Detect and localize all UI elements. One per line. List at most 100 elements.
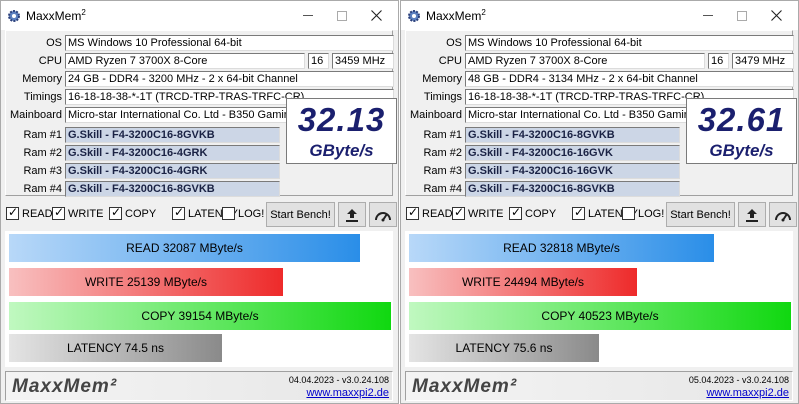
start-bench-button[interactable]: Start Bench! <box>266 202 335 227</box>
checkbox-label: LOG! <box>238 207 265 220</box>
gauge-button[interactable] <box>769 202 797 227</box>
os-field: MS Windows 10 Professional 64-bit <box>465 35 794 51</box>
ram4-label: Ram #4 <box>423 183 462 195</box>
ram2-field: G.Skill - F4-3200C16-16GVK <box>465 145 680 161</box>
checkbox-copy[interactable]: COPY <box>509 205 557 220</box>
window-title-sup: 2 <box>81 8 86 17</box>
checkbox-box[interactable] <box>406 205 419 220</box>
os-label: OS <box>46 37 62 49</box>
window-title-text: MaxxMem <box>426 9 482 23</box>
score-panel: 32.13 GByte/s <box>286 98 397 164</box>
ram3-field: G.Skill - F4-3200C16-16GVK <box>465 163 680 179</box>
checkbox-box[interactable] <box>52 205 65 220</box>
close-button[interactable] <box>760 1 792 30</box>
checkbox-box[interactable] <box>6 205 19 220</box>
maxxmem-window-2: MaxxMem2 OS MS Windows 10 Professional 64-… <box>400 0 799 404</box>
cpu-mhz-field: 3459 MHz <box>332 53 394 69</box>
os-field: MS Windows 10 Professional 64-bit <box>65 35 394 51</box>
write-result-bar: WRITE 25139 MByte/s <box>8 267 284 297</box>
ram1-field: G.Skill - F4-3200C16-8GVKB <box>65 127 280 143</box>
minimize-icon <box>303 15 313 16</box>
copy-result-bar: COPY 40523 MByte/s <box>408 301 792 331</box>
system-info-panel: OS MS Windows 10 Professional 64-bit CPU AM… <box>5 30 397 197</box>
cpu-label: CPU <box>38 55 62 67</box>
close-button[interactable] <box>360 1 392 30</box>
ram3-label: Ram #3 <box>23 165 62 177</box>
version-text: 04.04.2023 - v3.0.24.108 <box>288 375 389 385</box>
timings-label: Timings <box>23 91 62 103</box>
cpu-cores-field: 16 <box>308 53 329 69</box>
close-icon <box>370 10 382 21</box>
footer: MaxxMem² 04.04.2023 - v3.0.24.108 www.maxx… <box>5 371 393 401</box>
upload-button[interactable] <box>738 202 766 227</box>
window-title: MaxxMem2 <box>426 8 486 23</box>
maximize-icon <box>737 10 747 21</box>
ram2-label: Ram #2 <box>423 147 462 159</box>
system-info-panel: OS MS Windows 10 Professional 64-bit CPU AM… <box>405 30 797 197</box>
checkbox-log[interactable]: LOG! <box>622 207 664 220</box>
checkbox-label: WRITE <box>68 207 104 220</box>
score-value: 32.61 <box>697 101 786 138</box>
title-bar[interactable]: MaxxMem2 <box>401 1 798 30</box>
close-icon <box>770 10 782 21</box>
gauge-icon <box>375 211 391 221</box>
website-link[interactable]: www.maxxpi2.de <box>706 387 789 399</box>
cpu-mhz-field: 3479 MHz <box>732 53 794 69</box>
memory-field: 48 GB - DDR4 - 3134 MHz - 2 x 64-bit Cha… <box>465 71 794 87</box>
checkbox-read[interactable]: READ <box>6 205 53 220</box>
write-result-bar: WRITE 24494 MByte/s <box>408 267 638 297</box>
checkbox-read[interactable]: READ <box>406 205 453 220</box>
ram2-label: Ram #2 <box>23 147 62 159</box>
checkbox-copy[interactable]: COPY <box>109 205 156 220</box>
checkbox-box[interactable] <box>509 205 522 220</box>
bench-toolbar: READWRITECOPYLATENCYLOG!Start Bench! <box>5 201 397 227</box>
checkbox-box[interactable] <box>572 205 585 220</box>
ram3-label: Ram #3 <box>423 165 462 177</box>
checkbox-label: COPY <box>525 207 557 220</box>
gear-icon <box>406 8 422 24</box>
latency-result-label: LATENCY 75.6 ns <box>455 341 553 355</box>
checkbox-label: READ <box>422 207 453 220</box>
cpu-field: AMD Ryzen 7 3700X 8-Core <box>65 53 305 69</box>
ram4-field: G.Skill - F4-3200C16-8GVKB <box>65 181 280 197</box>
checkbox-log[interactable]: LOG! <box>222 207 264 220</box>
mainboard-label: Mainboard <box>410 109 462 121</box>
checkbox-write[interactable]: WRITE <box>52 205 104 220</box>
checkbox-box[interactable] <box>109 205 122 220</box>
copy-result-bar: COPY 39154 MByte/s <box>8 301 392 331</box>
memory-label: Memory <box>22 73 62 85</box>
checkbox-box[interactable] <box>622 207 635 220</box>
write-result-label: WRITE 24494 MByte/s <box>461 275 585 289</box>
upload-button[interactable] <box>338 202 366 227</box>
ram3-field: G.Skill - F4-3200C16-4GRK <box>65 163 280 179</box>
website-link[interactable]: www.maxxpi2.de <box>306 387 389 399</box>
checkbox-write[interactable]: WRITE <box>452 205 503 220</box>
memory-field: 24 GB - DDR4 - 3200 MHz - 2 x 64-bit Cha… <box>65 71 394 87</box>
cpu-field: AMD Ryzen 7 3700X 8-Core <box>465 53 705 69</box>
os-label: OS <box>446 37 462 49</box>
memory-label: Memory <box>422 73 462 85</box>
checkbox-box[interactable] <box>452 205 465 220</box>
checkbox-box[interactable] <box>222 207 235 220</box>
ram4-label: Ram #4 <box>23 183 62 195</box>
upload-icon <box>746 208 758 222</box>
minimize-button[interactable] <box>692 1 724 30</box>
read-result-bar: READ 32818 MByte/s <box>408 233 715 263</box>
maximize-button[interactable] <box>326 1 358 30</box>
upload-icon <box>346 208 358 222</box>
title-bar[interactable]: MaxxMem2 <box>1 1 398 30</box>
minimize-button[interactable] <box>292 1 324 30</box>
start-bench-button[interactable]: Start Bench! <box>666 202 735 227</box>
score-unit: GByte/s <box>309 141 374 160</box>
window-title: MaxxMem2 <box>26 8 86 23</box>
maximize-button[interactable] <box>726 1 758 30</box>
timings-label: Timings <box>423 91 462 103</box>
ram1-label: Ram #1 <box>23 129 62 141</box>
latency-result-label: LATENCY 74.5 ns <box>67 341 164 355</box>
checkbox-box[interactable] <box>172 205 185 220</box>
gauge-button[interactable] <box>369 202 397 227</box>
window-title-sup: 2 <box>481 8 486 17</box>
checkbox-label: LOG! <box>638 207 665 220</box>
latency-result-bar: LATENCY 74.5 ns <box>8 333 223 363</box>
read-result-bar: READ 32087 MByte/s <box>8 233 361 263</box>
